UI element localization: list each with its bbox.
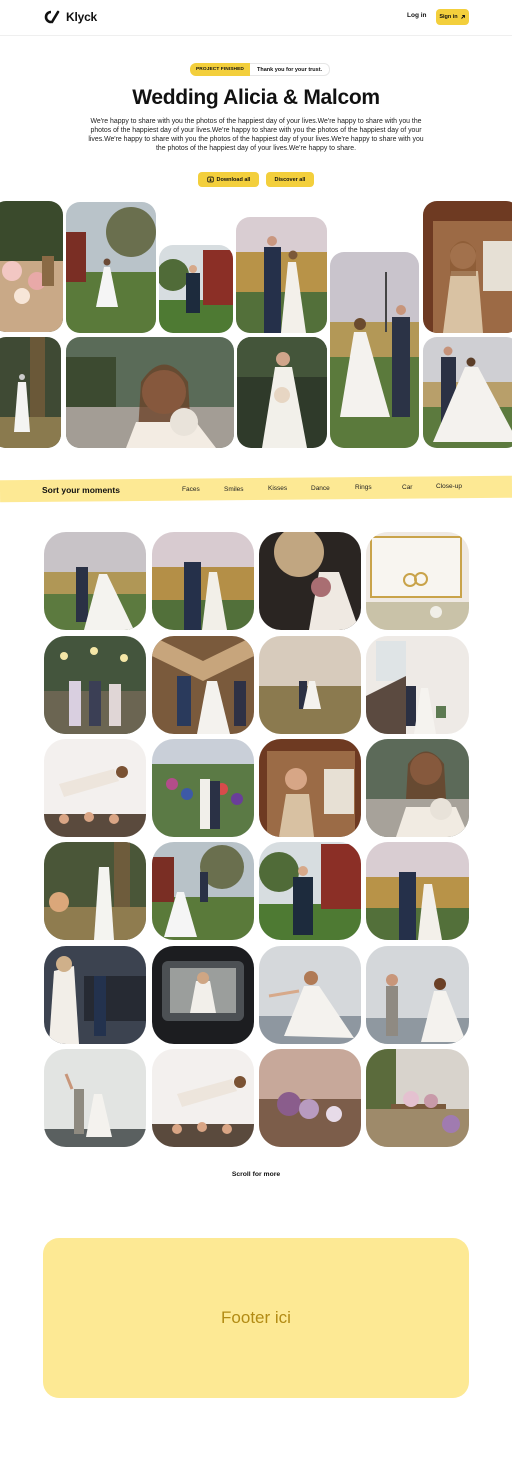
- collage-photo-bride-dog[interactable]: [66, 337, 234, 448]
- discover-all-label: Discover all: [274, 176, 306, 183]
- sort-chip-kisses[interactable]: Kisses: [268, 485, 287, 492]
- collage-photo-couple-walk[interactable]: [423, 337, 512, 448]
- gallery-photo[interactable]: [152, 946, 254, 1044]
- collage-photo-dress-hanging[interactable]: [0, 337, 61, 448]
- sort-chip-faces[interactable]: Faces: [182, 486, 200, 493]
- collage-photo-bride-tree[interactable]: [66, 202, 156, 333]
- gallery-photo[interactable]: [259, 532, 361, 630]
- gallery-photo[interactable]: [366, 1049, 469, 1147]
- project-status-badge: PROJECT FINISHED Thank you for your trus…: [190, 63, 331, 76]
- badge-text: Thank you for your trust.: [249, 63, 331, 76]
- sort-title: Sort your moments: [42, 485, 120, 495]
- top-navbar: Klyck Log in Sign in: [0, 0, 512, 36]
- gallery-photo[interactable]: [44, 739, 146, 837]
- gallery-photo[interactable]: [44, 532, 146, 630]
- brand-name: Klyck: [66, 10, 98, 24]
- gallery-photo[interactable]: [366, 532, 469, 630]
- collage-photo-bride-portrait[interactable]: [423, 201, 512, 333]
- download-all-label: Download all: [216, 176, 251, 183]
- signin-button[interactable]: Sign in: [436, 9, 469, 25]
- gallery-photo[interactable]: [44, 946, 146, 1044]
- collage-photo-couple-field[interactable]: [236, 217, 327, 333]
- page-title: Wedding Alicia & Malcom: [132, 86, 380, 109]
- gallery-photo[interactable]: [259, 739, 361, 837]
- gallery-photo[interactable]: [152, 636, 254, 734]
- brand-logo[interactable]: Klyck: [44, 9, 97, 25]
- sort-chip-rings[interactable]: Rings: [355, 484, 372, 491]
- collage-photo-bride-bouquet[interactable]: [237, 337, 327, 448]
- discover-all-button[interactable]: Discover all: [266, 172, 314, 187]
- signin-label: Sign in: [439, 14, 458, 20]
- arrow-up-right-icon: [460, 15, 465, 19]
- gallery-photo[interactable]: [44, 1049, 146, 1147]
- scroll-for-more-link[interactable]: Scroll for more: [0, 1171, 512, 1178]
- gallery-photo[interactable]: [44, 636, 146, 734]
- gallery-photo[interactable]: [366, 946, 469, 1044]
- gallery-photo[interactable]: [366, 842, 469, 940]
- sort-chip-dance[interactable]: Dance: [311, 485, 330, 492]
- gallery-photo[interactable]: [259, 1049, 361, 1147]
- klyck-logo-icon: [44, 10, 60, 24]
- sort-chip-closeup[interactable]: Close-up: [436, 483, 462, 490]
- badge-tag: PROJECT FINISHED: [190, 63, 250, 76]
- gallery-photo[interactable]: [152, 739, 254, 837]
- sort-chip-smiles[interactable]: Smiles: [224, 486, 244, 493]
- gallery-photo[interactable]: [259, 842, 361, 940]
- collage-photo-groom-barn[interactable]: [159, 245, 233, 333]
- gallery-photo[interactable]: [259, 636, 361, 734]
- page-description: We're happy to share with you the photos…: [88, 118, 424, 152]
- collage-photo-table-flowers[interactable]: [0, 201, 63, 332]
- gallery-photo[interactable]: [44, 842, 146, 940]
- footer-placeholder: Footer ici: [43, 1238, 469, 1398]
- gallery-photo[interactable]: [259, 946, 361, 1044]
- gallery-photo[interactable]: [152, 532, 254, 630]
- collage-photo-couple-dance[interactable]: [330, 252, 419, 448]
- footer-text: Footer ici: [221, 1308, 291, 1327]
- download-icon: [206, 176, 214, 183]
- gallery-photo[interactable]: [152, 1049, 254, 1147]
- gallery-photo[interactable]: [152, 842, 254, 940]
- download-all-button[interactable]: Download all: [198, 172, 259, 187]
- gallery-photo[interactable]: [366, 636, 469, 734]
- login-link[interactable]: Log in: [407, 12, 427, 19]
- gallery-photo[interactable]: [366, 739, 469, 837]
- sort-chip-car[interactable]: Car: [402, 484, 412, 491]
